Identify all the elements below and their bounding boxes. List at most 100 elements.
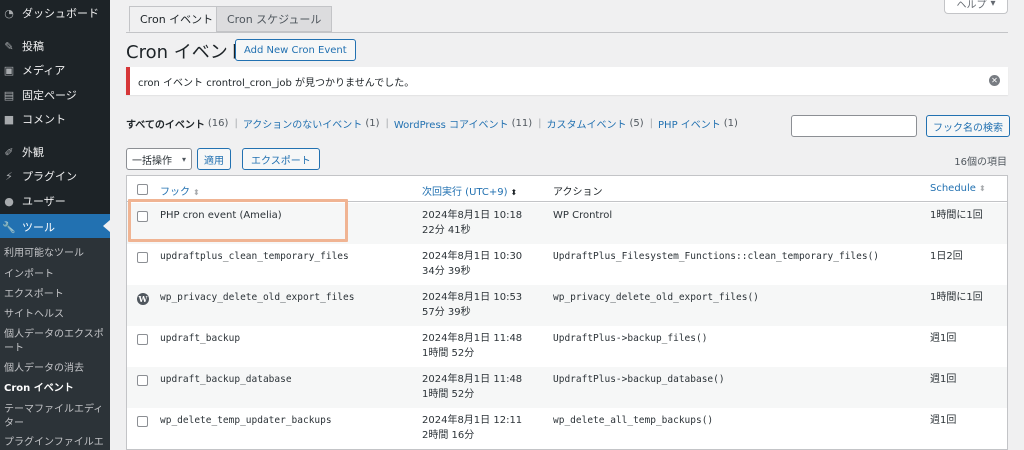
sidebar-item-tools[interactable]: 🔧 ツール <box>0 214 110 240</box>
submenu-export[interactable]: エクスポート <box>4 288 108 302</box>
schedule-value: 週1回 <box>930 374 957 385</box>
next-run-relative: 1時間 52分 <box>422 389 475 400</box>
search-hook-button[interactable]: フック名の検索 <box>926 115 1010 137</box>
submenu-theme-file-editor[interactable]: テーマファイルエディター <box>4 403 108 431</box>
submenu-erase-personal-data[interactable]: 個人データの消去 <box>4 362 108 376</box>
next-run-date: 2024年8月1日 10:18 <box>422 210 523 221</box>
brush-icon: ✐ <box>4 145 14 159</box>
submenu-cron-events[interactable]: Cron イベント <box>4 382 108 396</box>
submenu-available-tools[interactable]: 利用可能なツール <box>4 247 108 261</box>
table-row: W wp_privacy_delete_old_export_files 202… <box>127 285 1007 326</box>
tab-divider <box>126 32 1008 33</box>
schedule-value: 1日2回 <box>930 251 963 262</box>
dashboard-icon: ◔ <box>4 6 14 20</box>
admin-sidebar: ◔ ダッシュボード ✎ 投稿 ▣ メディア ▤ 固定ページ ■ コメント ✐ 外観 ⚡ プラグ… <box>0 0 110 450</box>
column-hook[interactable]: フック ⬍ <box>160 183 200 198</box>
tab-cron-schedules[interactable]: Cron スケジュール <box>216 6 333 32</box>
user-icon: ● <box>4 194 14 208</box>
schedule-value: 1時間に1回 <box>930 210 983 221</box>
next-run-relative: 1時間 52分 <box>422 348 475 359</box>
next-run-date: 2024年8月1日 11:48 <box>422 374 523 385</box>
filter-separator: | <box>234 118 238 129</box>
action-callback: UpdraftPlus->backup_database() <box>553 374 725 385</box>
filter-php-events[interactable]: PHP イベント <box>658 116 721 131</box>
column-action: アクション <box>553 187 603 198</box>
items-count: 16個の項目 <box>954 157 1007 168</box>
schedule-value: 週1回 <box>930 415 957 426</box>
wordpress-icon: W <box>137 293 149 305</box>
media-icon: ▣ <box>3 63 15 77</box>
pin-icon: ✎ <box>4 39 14 53</box>
next-run-relative: 22分 41秒 <box>422 225 471 236</box>
submenu-export-personal-data[interactable]: 個人データのエクスポート <box>4 328 108 356</box>
filter-custom-events[interactable]: カスタムイベント <box>546 116 626 131</box>
table-row: updraft_backup 2024年8月1日 11:48 1時間 52分 U… <box>127 326 1007 367</box>
plugin-icon: ⚡ <box>5 169 13 183</box>
apply-button[interactable]: 適用 <box>197 148 231 170</box>
filter-events-without-action[interactable]: アクションのないイベント <box>243 116 363 131</box>
row-checkbox[interactable] <box>137 416 148 427</box>
sidebar-item-dashboard[interactable]: ◔ ダッシュボード <box>0 1 110 25</box>
hook-name[interactable]: updraftplus_clean_temporary_files <box>160 249 349 264</box>
wrench-icon: 🔧 <box>2 220 16 234</box>
tab-cron-events[interactable]: Cron イベント <box>129 6 225 32</box>
filter-separator: | <box>649 118 654 129</box>
error-notice: cron イベント crontrol_cron_job が見つかりませんでした。… <box>126 67 1008 95</box>
next-run-relative: 2時間 16分 <box>422 430 475 441</box>
notice-text: cron イベント crontrol_cron_job が見つかりませんでした。 <box>138 77 415 89</box>
filter-separator: | <box>385 118 389 129</box>
filter-all-events[interactable]: すべてのイベント <box>126 116 205 131</box>
sort-icon: ⬍ <box>193 188 200 197</box>
hook-search-input[interactable] <box>791 115 917 137</box>
next-run-date: 2024年8月1日 10:30 <box>422 251 523 262</box>
action-callback: wp_privacy_delete_old_export_files() <box>553 292 759 303</box>
page-title: Cron イベント <box>126 42 246 63</box>
table-row: wp_delete_temp_updater_backups 2024年8月1日… <box>127 408 1007 449</box>
table-row: updraft_backup_database 2024年8月1日 11:48 … <box>127 367 1007 408</box>
action-callback: wp_delete_all_temp_backups() <box>553 415 714 426</box>
column-schedule[interactable]: Schedule ⬍ <box>930 183 986 194</box>
sidebar-item-appearance[interactable]: ✐ 外観 <box>0 140 110 164</box>
sort-icon: ⬍ <box>978 184 986 193</box>
export-button[interactable]: エクスポート <box>242 148 320 170</box>
sidebar-item-posts[interactable]: ✎ 投稿 <box>0 34 110 58</box>
filter-count: (1) <box>723 118 738 129</box>
filter-separator: | <box>538 118 542 129</box>
sidebar-item-pages[interactable]: ▤ 固定ページ <box>0 83 110 107</box>
action-callback: WP Crontrol <box>553 210 613 221</box>
schedule-value: 週1回 <box>930 333 957 344</box>
sort-icon: ⬍ <box>510 188 518 197</box>
filter-count: (16) <box>207 118 229 129</box>
column-next-run[interactable]: 次回実行 (UTC+9) ⬍ <box>422 183 517 198</box>
hook-name[interactable]: updraft_backup_database <box>160 372 292 387</box>
sidebar-item-users[interactable]: ● ユーザー <box>0 189 110 213</box>
row-checkbox[interactable] <box>137 252 148 263</box>
current-menu-arrow <box>103 220 110 232</box>
next-run-date: 2024年8月1日 12:11 <box>422 415 523 426</box>
submenu-plugin-file-editor[interactable]: プラグインファイルエ <box>4 436 108 450</box>
chevron-down-icon: ▾ <box>990 0 996 9</box>
filter-count: (1) <box>365 118 380 129</box>
filter-wordpress-core-events[interactable]: WordPress コアイベント <box>394 116 509 131</box>
bulk-actions-select[interactable]: 一括操作 ▾ <box>126 148 192 170</box>
filter-count: (11) <box>511 118 533 129</box>
row-checkbox[interactable] <box>137 375 148 386</box>
hook-name[interactable]: updraft_backup <box>160 331 240 346</box>
add-new-cron-event-button[interactable]: Add New Cron Event <box>235 39 356 61</box>
submenu-site-health[interactable]: サイトヘルス <box>4 308 108 322</box>
hook-name[interactable]: wp_privacy_delete_old_export_files <box>160 290 354 305</box>
close-icon[interactable]: ✕ <box>989 75 1000 86</box>
sidebar-item-comments[interactable]: ■ コメント <box>0 107 110 131</box>
select-all-checkbox[interactable] <box>137 184 148 195</box>
row-checkbox[interactable] <box>137 334 148 345</box>
sidebar-item-plugins[interactable]: ⚡ プラグイン <box>0 164 110 188</box>
chevron-down-icon: ▾ <box>181 155 186 164</box>
hook-name[interactable]: wp_delete_temp_updater_backups <box>160 413 332 428</box>
page-icon: ▤ <box>3 88 15 102</box>
submenu-import[interactable]: インポート <box>4 268 108 282</box>
schedule-value: 1時間に1回 <box>930 292 983 303</box>
next-run-date: 2024年8月1日 11:48 <box>422 333 523 344</box>
highlight-box <box>128 199 348 242</box>
help-button[interactable]: ヘルプ ▾ <box>944 0 1008 14</box>
sidebar-item-media[interactable]: ▣ メディア <box>0 58 110 82</box>
